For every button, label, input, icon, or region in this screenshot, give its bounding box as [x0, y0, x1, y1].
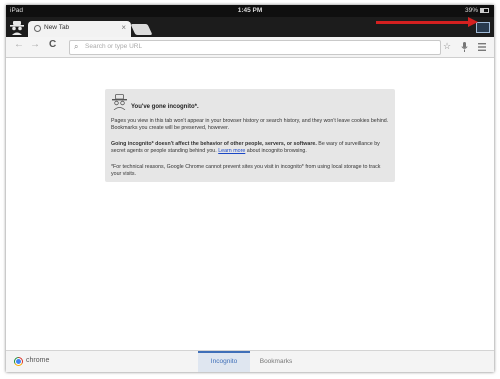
incognito-footnote: *For technical reasons, Google Chrome ca… [111, 164, 381, 177]
page-content: You've gone incognito*. Pages you view i… [6, 58, 494, 350]
tab-bookmarks[interactable]: Bookmarks [250, 351, 302, 372]
globe-icon [34, 25, 41, 32]
toolbar: ← → C ⌕ Search or type URL ☆ [6, 37, 494, 58]
clock: 1:45 PM [237, 7, 263, 14]
incognito-paragraph-2-tail: about incognito browsing. [245, 148, 307, 154]
chrome-logo-icon [14, 357, 23, 366]
bottom-bar: chrome Incognito Bookmarks [6, 350, 494, 372]
forward-arrow-icon[interactable]: → [30, 39, 40, 50]
reload-icon[interactable]: C [49, 39, 56, 50]
ipad-screen: iPad 1:45 PM 39% New Tab × ← → C ⌕ Searc… [6, 5, 494, 372]
incognito-card: You've gone incognito*. Pages you view i… [105, 89, 395, 182]
learn-more-link[interactable]: Learn more [218, 148, 245, 154]
incognito-spy-icon [112, 94, 127, 110]
tab-switcher-icon[interactable] [476, 22, 490, 33]
battery-icon [480, 8, 489, 13]
close-icon[interactable]: × [121, 23, 126, 32]
status-bar: iPad 1:45 PM 39% [6, 5, 494, 17]
tab-title: New Tab [44, 24, 70, 31]
incognito-heading: You've gone incognito*. [131, 104, 199, 110]
incognito-paragraph-1: Pages you view in this tab won't appear … [111, 118, 389, 131]
menu-icon[interactable] [478, 43, 486, 51]
chrome-brand: chrome [26, 357, 50, 364]
incognito-spy-icon [10, 21, 24, 35]
back-arrow-icon[interactable]: ← [14, 39, 24, 50]
search-icon: ⌕ [74, 42, 79, 51]
battery-percent: 39% [464, 7, 478, 14]
omnibox-placeholder: Search or type URL [85, 43, 143, 50]
star-icon[interactable]: ☆ [443, 41, 451, 52]
microphone-icon[interactable] [461, 42, 468, 52]
incognito-paragraph-2: Going incognito* doesn't affect the beha… [111, 141, 390, 155]
tab-strip: New Tab × [6, 17, 494, 37]
tab-incognito[interactable]: Incognito [198, 351, 250, 372]
tab-new-tab[interactable]: New Tab × [28, 21, 131, 37]
omnibox[interactable]: ⌕ Search or type URL [69, 40, 441, 55]
incognito-paragraph-2-bold: Going incognito* doesn't affect the beha… [111, 141, 317, 147]
new-tab-button[interactable] [130, 24, 153, 35]
